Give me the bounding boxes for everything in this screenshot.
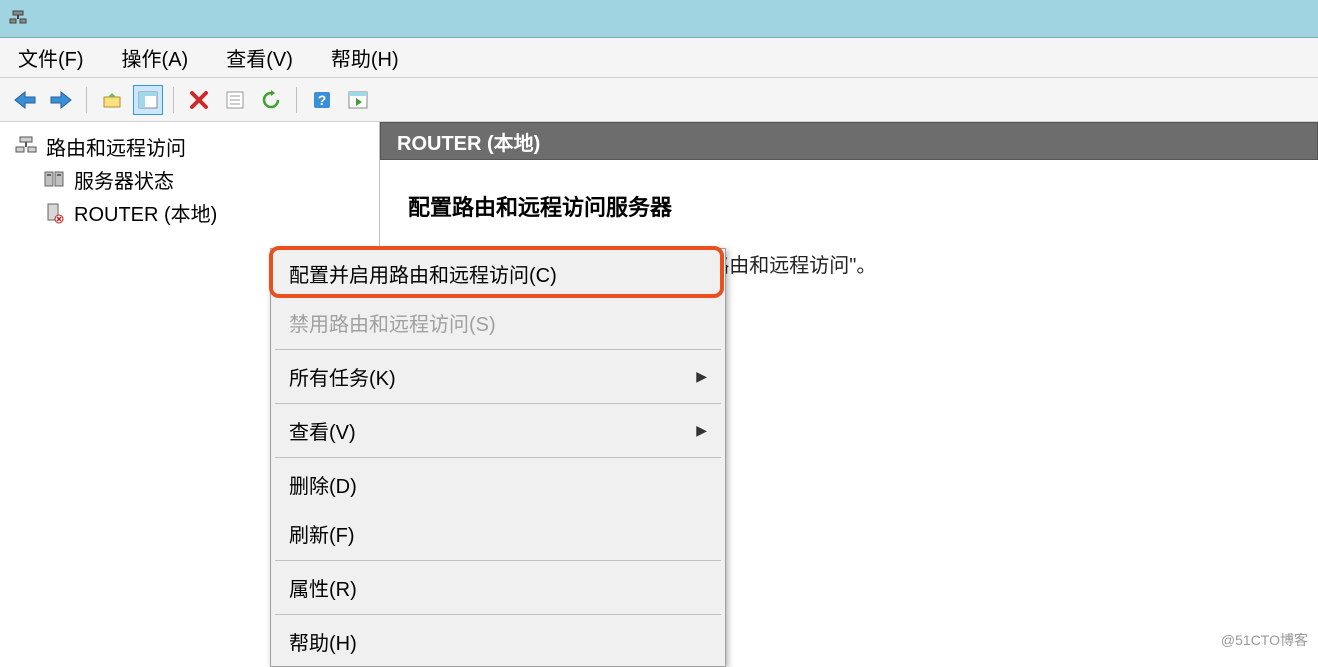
main-title: 配置路由和远程访问服务器 bbox=[408, 190, 1290, 222]
ctx-delete[interactable]: 删除(D) bbox=[271, 460, 725, 509]
server-icon bbox=[40, 201, 68, 225]
tree-router-local[interactable]: ROUTER (本地) bbox=[4, 196, 375, 229]
delete-button[interactable] bbox=[184, 85, 214, 115]
submenu-arrow-icon: ▶ bbox=[696, 368, 707, 385]
ctx-view-label: 查看(V) bbox=[289, 416, 356, 445]
menu-file[interactable]: 文件(F) bbox=[14, 41, 88, 74]
tree-root[interactable]: 路由和远程访问 bbox=[4, 130, 375, 163]
menu-help[interactable]: 帮助(H) bbox=[327, 41, 403, 74]
server-status-icon bbox=[40, 168, 68, 192]
ctx-separator bbox=[275, 457, 721, 458]
tree-server-status[interactable]: 服务器状态 bbox=[4, 163, 375, 196]
ctx-configure-label: 配置并启用路由和远程访问(C) bbox=[289, 259, 557, 288]
ctx-all-tasks-label: 所有任务(K) bbox=[289, 362, 396, 391]
tree-router-label: ROUTER (本地) bbox=[74, 198, 217, 227]
submenu-arrow-icon: ▶ bbox=[696, 422, 707, 439]
up-button[interactable] bbox=[97, 85, 127, 115]
ctx-separator bbox=[275, 560, 721, 561]
toolbar-separator bbox=[296, 87, 297, 113]
refresh-button[interactable] bbox=[256, 85, 286, 115]
ctx-all-tasks[interactable]: 所有任务(K) ▶ bbox=[271, 352, 725, 401]
app-icon bbox=[6, 7, 30, 31]
tree-status-label: 服务器状态 bbox=[74, 165, 174, 194]
ctx-view[interactable]: 查看(V) ▶ bbox=[271, 406, 725, 455]
menubar: 文件(F) 操作(A) 查看(V) 帮助(H) bbox=[0, 38, 1318, 78]
menu-view[interactable]: 查看(V) bbox=[222, 41, 297, 74]
toolbar-separator bbox=[173, 87, 174, 113]
run-button[interactable] bbox=[343, 85, 373, 115]
ctx-separator bbox=[275, 349, 721, 350]
ctx-properties-label: 属性(R) bbox=[289, 573, 357, 602]
menu-action[interactable]: 操作(A) bbox=[118, 41, 193, 74]
forward-button[interactable] bbox=[46, 85, 76, 115]
ctx-properties[interactable]: 属性(R) bbox=[271, 563, 725, 612]
help-button[interactable]: ? bbox=[307, 85, 337, 115]
titlebar bbox=[0, 0, 1318, 38]
show-hide-tree-button[interactable] bbox=[133, 85, 163, 115]
ctx-delete-label: 删除(D) bbox=[289, 470, 357, 499]
ctx-refresh-label: 刷新(F) bbox=[289, 519, 355, 548]
watermark: @51CTO博客 bbox=[1221, 630, 1308, 650]
ctx-refresh[interactable]: 刷新(F) bbox=[271, 509, 725, 558]
main-header-label: ROUTER (本地) bbox=[397, 127, 540, 156]
toolbar-separator bbox=[86, 87, 87, 113]
svg-text:?: ? bbox=[318, 92, 327, 108]
properties-button[interactable] bbox=[220, 85, 250, 115]
ctx-configure-enable[interactable]: 配置并启用路由和远程访问(C) bbox=[271, 249, 725, 298]
toolbar: ? bbox=[0, 78, 1318, 122]
tree-root-label: 路由和远程访问 bbox=[46, 132, 186, 161]
ctx-disable-rras: 禁用路由和远程访问(S) bbox=[271, 298, 725, 347]
context-menu: 配置并启用路由和远程访问(C) 禁用路由和远程访问(S) 所有任务(K) ▶ 查… bbox=[270, 248, 726, 667]
router-console-icon bbox=[12, 135, 40, 159]
ctx-separator bbox=[275, 614, 721, 615]
ctx-help[interactable]: 帮助(H) bbox=[271, 617, 725, 666]
ctx-disable-label: 禁用路由和远程访问(S) bbox=[289, 308, 496, 337]
ctx-help-label: 帮助(H) bbox=[289, 627, 357, 656]
main-header: ROUTER (本地) bbox=[380, 122, 1318, 160]
ctx-separator bbox=[275, 403, 721, 404]
back-button[interactable] bbox=[10, 85, 40, 115]
